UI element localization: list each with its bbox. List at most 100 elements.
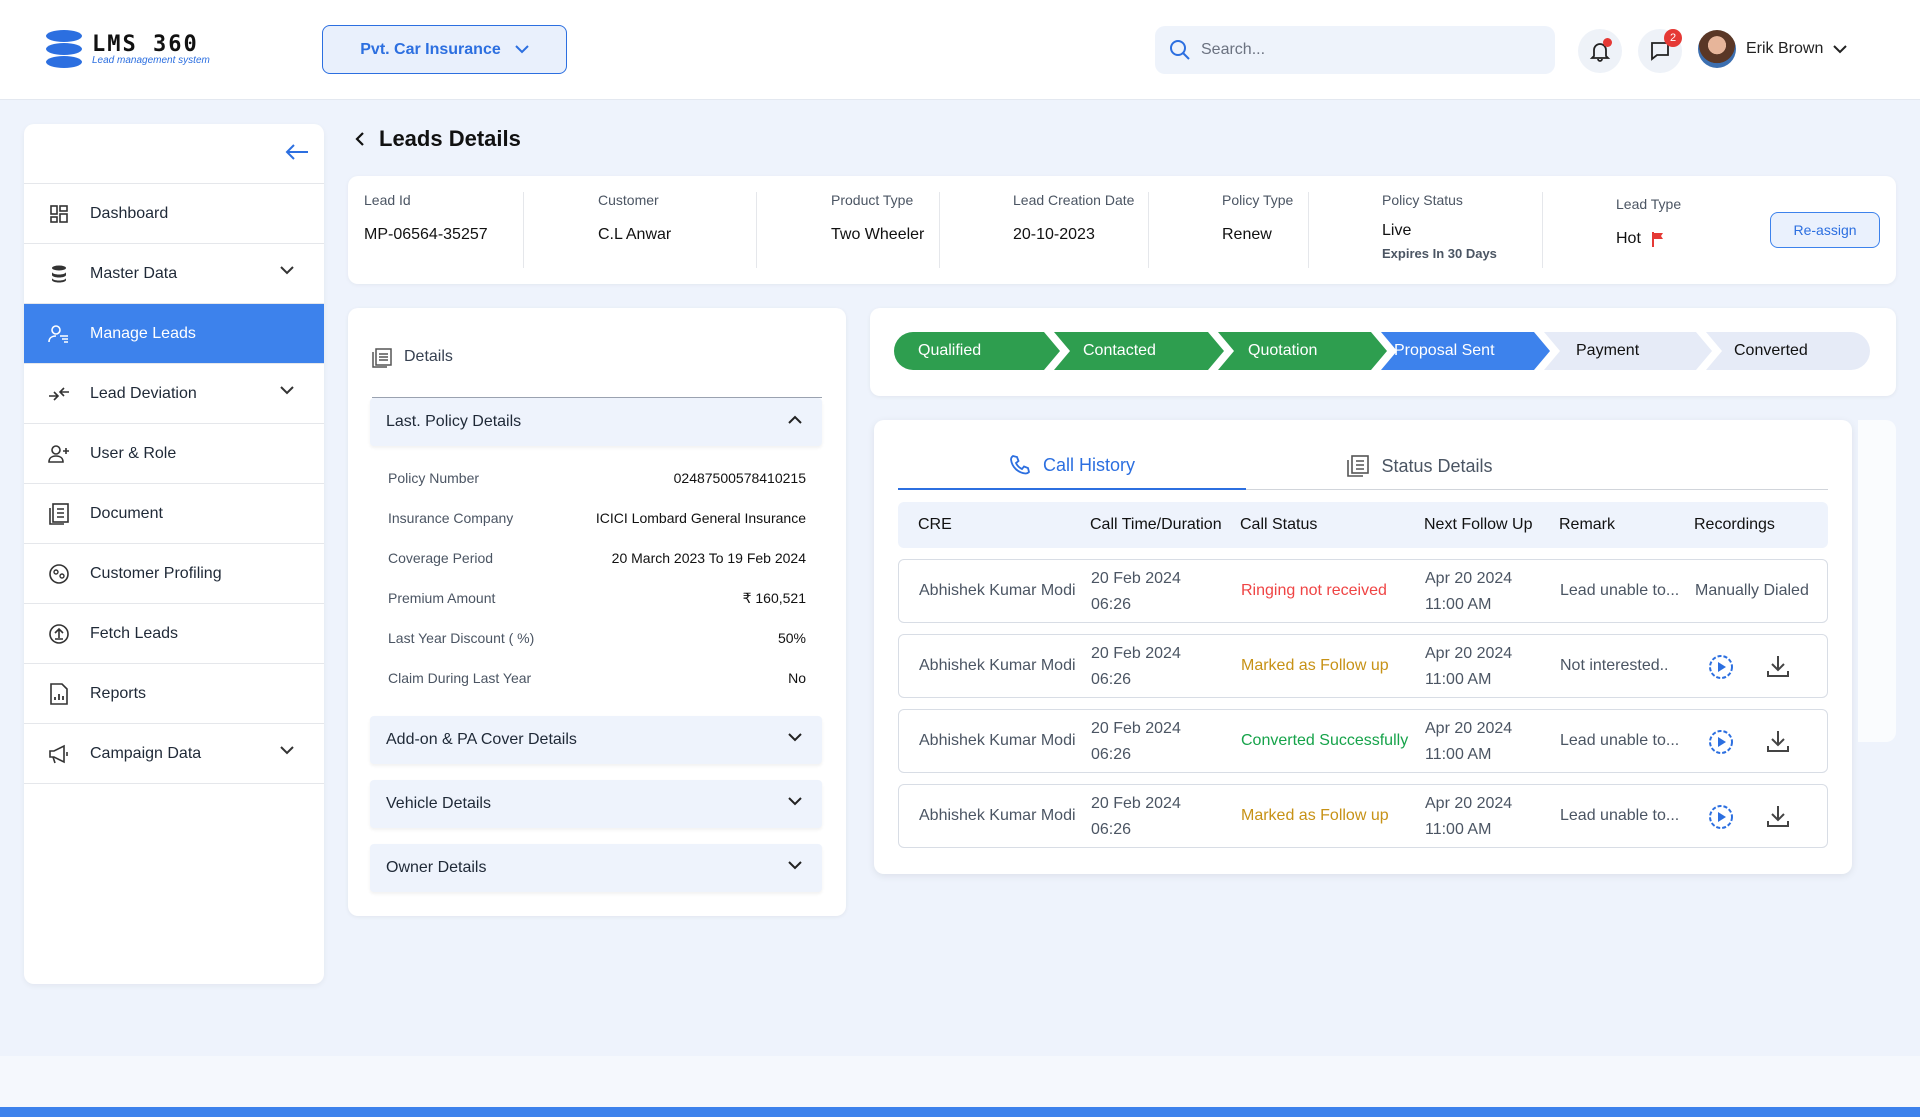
column-header-next-follow-up: Next Follow Up xyxy=(1424,516,1533,533)
footer-band xyxy=(0,1056,1920,1108)
table-header: CRE Call Time/Duration Call Status Next … xyxy=(898,502,1828,548)
search-icon xyxy=(1170,40,1190,60)
sidebar-item-reports[interactable]: Reports xyxy=(24,664,324,724)
table-row[interactable]: Abhishek Kumar Modi 20 Feb 2024 06:26 Mar… xyxy=(898,634,1828,698)
page-title-text: Leads Details xyxy=(379,126,521,151)
app-logo[interactable]: LMS 360 Lead management system xyxy=(46,30,210,68)
column-header-remark: Remark xyxy=(1559,516,1616,533)
lead-id-field: Lead Id MP-06564-35257 xyxy=(364,192,488,243)
table-row[interactable]: Abhishek Kumar Modi 20 Feb 2024 06:26 Con… xyxy=(898,709,1828,773)
footer-bar xyxy=(0,1107,1920,1117)
table-row[interactable]: Abhishek Kumar Modi 20 Feb 2024 06:26 Mar… xyxy=(898,784,1828,848)
accordion-vehicle[interactable]: Vehicle Details xyxy=(370,780,822,828)
premium-amount-row: Premium Amount ₹ 160,521 xyxy=(388,590,806,606)
app-name: LMS 360 xyxy=(92,32,199,57)
document-icon xyxy=(48,502,70,525)
stage-contacted[interactable]: Contacted xyxy=(1083,332,1156,370)
sidebar-item-label: Dashboard xyxy=(90,204,169,222)
user-manage-icon xyxy=(48,323,70,345)
user-name: Erik Brown xyxy=(1746,40,1824,57)
chevron-down-icon xyxy=(1833,44,1848,53)
app-tagline: Lead management system xyxy=(92,55,210,66)
download-icon[interactable] xyxy=(1765,653,1791,684)
sidebar-item-label: Fetch Leads xyxy=(90,624,179,642)
sidebar-item-dashboard[interactable]: Dashboard xyxy=(24,184,324,244)
stage-qualified[interactable]: Qualified xyxy=(918,332,981,370)
chevron-down-icon xyxy=(788,797,802,806)
play-recording-icon[interactable] xyxy=(1707,653,1735,686)
stage-progress-card: Qualified Contacted Quotation Proposal S… xyxy=(870,308,1896,396)
stage-converted[interactable]: Converted xyxy=(1734,332,1808,370)
phone-icon xyxy=(1010,455,1030,475)
lead-info-card: Lead Id MP-06564-35257 Customer C.L Anwa… xyxy=(348,176,1896,284)
details-card: Details Last. Policy Details Policy Numb… xyxy=(348,308,846,916)
deviation-icon xyxy=(48,383,70,405)
reassign-button[interactable]: Re-assign xyxy=(1770,212,1880,248)
dashboard-icon xyxy=(48,203,70,225)
chevron-down-icon xyxy=(280,386,294,395)
sidebar-item-document[interactable]: Document xyxy=(24,484,324,544)
sidebar-item-label: Manage Leads xyxy=(90,324,196,342)
messages-button[interactable]: 2 xyxy=(1638,29,1682,73)
history-tabs: Call History Status Details xyxy=(898,442,1828,490)
stage-quotation[interactable]: Quotation xyxy=(1248,332,1317,370)
insurance-company-row: Insurance Company ICICI Lombard General I… xyxy=(388,510,806,526)
collapse-sidebar-button[interactable] xyxy=(284,142,310,167)
accordion-owner[interactable]: Owner Details xyxy=(370,844,822,892)
chevron-down-icon xyxy=(788,733,802,742)
chevron-up-icon xyxy=(788,415,802,424)
tab-call-history[interactable]: Call History xyxy=(898,442,1246,490)
chevron-down-icon xyxy=(280,746,294,755)
accordion-addon-pa[interactable]: Add-on & PA Cover Details xyxy=(370,716,822,764)
notification-dot xyxy=(1603,38,1612,47)
sidebar-item-label: Lead Deviation xyxy=(90,384,197,402)
column-header-call-time: Call Time/Duration xyxy=(1090,516,1222,533)
sidebar: Dashboard Master Data Manage Leads Lead … xyxy=(24,124,324,984)
call-status: Marked as Follow up xyxy=(1241,657,1389,674)
sidebar-item-master-data[interactable]: Master Data xyxy=(24,244,324,304)
download-icon[interactable] xyxy=(1765,728,1791,759)
call-history-card: Call History Status Details CRE Call Tim… xyxy=(874,420,1852,874)
call-status: Converted Successfully xyxy=(1241,732,1409,749)
back-chevron-icon[interactable] xyxy=(355,131,365,147)
play-recording-icon[interactable] xyxy=(1707,803,1735,836)
chevron-down-icon xyxy=(515,45,529,54)
avatar xyxy=(1698,30,1736,68)
sidebar-item-label: Campaign Data xyxy=(90,744,202,762)
coverage-period-row: Coverage Period 20 March 2023 To 19 Feb 2… xyxy=(388,550,806,566)
user-menu[interactable]: Erik Brown xyxy=(1698,30,1848,68)
flag-icon xyxy=(1651,232,1663,247)
top-bar: LMS 360 Lead management system Pvt. Car … xyxy=(0,0,1920,100)
search-input[interactable] xyxy=(1201,41,1541,59)
database-icon xyxy=(48,263,70,285)
sidebar-item-customer-profiling[interactable]: Customer Profiling xyxy=(24,544,324,604)
database-logo-icon xyxy=(46,30,82,68)
sidebar-item-lead-deviation[interactable]: Lead Deviation xyxy=(24,364,324,424)
stage-proposal-sent[interactable]: Proposal Sent xyxy=(1394,332,1495,370)
sidebar-item-user-role[interactable]: User & Role xyxy=(24,424,324,484)
sidebar-item-fetch-leads[interactable]: Fetch Leads xyxy=(24,604,324,664)
details-header: Details xyxy=(372,348,822,398)
stage-payment[interactable]: Payment xyxy=(1576,332,1639,370)
call-status: Marked as Follow up xyxy=(1241,807,1389,824)
claim-row: Claim During Last Year No xyxy=(388,670,806,686)
policy-type-field: Policy Type Renew xyxy=(1222,192,1294,243)
sidebar-item-label: Master Data xyxy=(90,264,178,282)
column-header-cre: CRE xyxy=(918,516,952,533)
table-row[interactable]: Abhishek Kumar Modi 20 Feb 2024 06:26 Rin… xyxy=(898,559,1828,623)
sidebar-item-manage-leads[interactable]: Manage Leads xyxy=(24,304,324,364)
customer-field: Customer C.L Anwar xyxy=(598,192,672,243)
tab-status-details[interactable]: Status Details xyxy=(1246,442,1594,490)
sidebar-menu: Dashboard Master Data Manage Leads Lead … xyxy=(24,183,324,784)
notifications-button[interactable] xyxy=(1578,29,1622,73)
accordion-last-policy[interactable]: Last. Policy Details xyxy=(370,398,822,446)
chevron-down-icon xyxy=(788,861,802,870)
document-icon xyxy=(1347,455,1370,477)
discount-row: Last Year Discount ( %) 50% xyxy=(388,630,806,646)
sidebar-item-campaign-data[interactable]: Campaign Data xyxy=(24,724,324,784)
play-recording-icon[interactable] xyxy=(1707,728,1735,761)
policy-status-field: Policy Status Live Expires In 30 Days xyxy=(1382,192,1497,261)
sidebar-item-label: Reports xyxy=(90,684,147,702)
product-select[interactable]: Pvt. Car Insurance xyxy=(322,25,567,74)
download-icon[interactable] xyxy=(1765,803,1791,834)
